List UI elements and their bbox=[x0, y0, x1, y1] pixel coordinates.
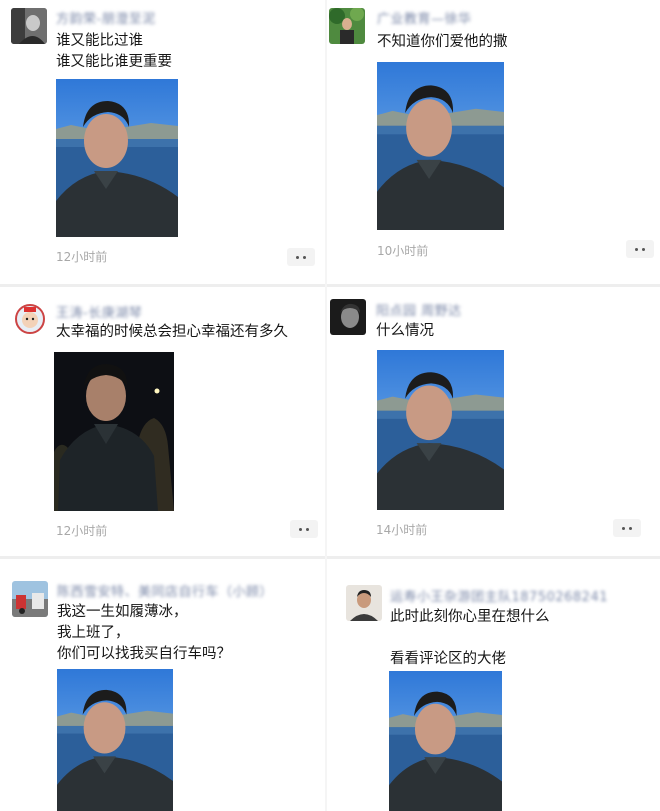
post-text-line: 谁又能比谁更重要 bbox=[56, 54, 172, 70]
post-text: 不知道你们爱他的撒 bbox=[377, 32, 508, 53]
post-text-line: 谁又能比过谁 bbox=[56, 33, 143, 49]
post-text: 谁又能比过谁 谁又能比谁更重要 bbox=[56, 31, 172, 73]
more-options-button[interactable] bbox=[613, 519, 641, 537]
post-timestamp: 12小时前 bbox=[56, 250, 108, 264]
grayscale-portrait-avatar-icon[interactable] bbox=[11, 8, 47, 44]
author-name[interactable]: 运寿小王杂游团主队18750268241 bbox=[390, 586, 608, 605]
post-text: 此时此刻你心里在想什么 看看评论区的大佬 bbox=[390, 607, 550, 670]
post-photo[interactable] bbox=[377, 350, 504, 510]
moment-post: 运寿小王杂游团主队18750268241 此时此刻你心里在想什么 看看评论区的大… bbox=[327, 559, 660, 811]
moment-post: 陈西雪安特、美同店自行车（小顾） 我这一生如履薄冰， 我上班了， 你们可以找我买… bbox=[0, 559, 325, 811]
man-portrait-avatar-icon[interactable] bbox=[346, 585, 382, 621]
more-options-button[interactable] bbox=[290, 520, 318, 538]
post-timestamp: 10小时前 bbox=[377, 244, 429, 258]
dot-icon bbox=[629, 526, 632, 530]
author-name[interactable]: 广业教育—徐华 bbox=[377, 8, 472, 27]
dot-icon bbox=[303, 255, 306, 259]
author-name[interactable]: 陈西雪安特、美同店自行车（小顾） bbox=[57, 581, 273, 600]
post-text: 太幸福的时候总会担心幸福还有多久 bbox=[56, 322, 288, 343]
green-outdoor-avatar-icon[interactable] bbox=[329, 8, 365, 44]
dot-icon bbox=[635, 247, 638, 251]
dot-icon bbox=[642, 247, 645, 251]
post-text: 什么情况 bbox=[376, 321, 434, 342]
author-name[interactable]: 阳点园 周野达 bbox=[376, 300, 462, 319]
dark-face-avatar-icon[interactable] bbox=[330, 299, 366, 335]
more-options-button[interactable] bbox=[287, 248, 315, 266]
post-text-line: 我上班了， bbox=[57, 625, 130, 641]
post-text-line bbox=[390, 628, 550, 649]
post-text-line: 此时此刻你心里在想什么 bbox=[390, 609, 550, 625]
post-text: 我这一生如履薄冰， 我上班了， 你们可以找我买自行车吗？ bbox=[57, 602, 231, 665]
dot-icon bbox=[306, 527, 309, 531]
post-photo[interactable] bbox=[54, 352, 174, 511]
post-text-line: 什么情况 bbox=[376, 323, 434, 339]
street-scene-avatar-icon[interactable] bbox=[12, 581, 48, 617]
dot-icon bbox=[296, 255, 299, 259]
author-name[interactable]: 方韵荣-朋澄至泥 bbox=[56, 8, 156, 27]
post-photo[interactable] bbox=[57, 669, 173, 811]
post-text-line: 我这一生如履薄冰， bbox=[57, 604, 188, 620]
dot-icon bbox=[622, 526, 625, 530]
post-photo[interactable] bbox=[377, 62, 504, 230]
moment-post: 王涛-长庚湖琴 太幸福的时候总会担心幸福还有多久 12小时前 bbox=[0, 287, 325, 556]
post-text-line: 不知道你们爱他的撒 bbox=[377, 34, 508, 50]
moment-post: 阳点园 周野达 什么情况 14小时前 bbox=[327, 287, 660, 556]
post-photo[interactable] bbox=[56, 79, 178, 237]
post-timestamp: 14小时前 bbox=[376, 523, 428, 537]
moment-post: 广业教育—徐华 不知道你们爱他的撒 10小时前 bbox=[327, 0, 660, 284]
author-name[interactable]: 王涛-长庚湖琴 bbox=[56, 302, 142, 321]
post-text-line: 看看评论区的大佬 bbox=[390, 651, 506, 667]
post-text-line: 你们可以找我买自行车吗？ bbox=[57, 646, 231, 662]
post-timestamp: 12小时前 bbox=[56, 524, 108, 538]
post-text-line: 太幸福的时候总会担心幸福还有多久 bbox=[56, 324, 288, 340]
post-photo[interactable] bbox=[389, 671, 502, 811]
moment-post: 方韵荣-朋澄至泥 谁又能比过谁 谁又能比谁更重要 12小时前 bbox=[0, 0, 325, 284]
dot-icon bbox=[299, 527, 302, 531]
cartoon-astronaut-avatar-icon[interactable] bbox=[12, 301, 48, 337]
more-options-button[interactable] bbox=[626, 240, 654, 258]
